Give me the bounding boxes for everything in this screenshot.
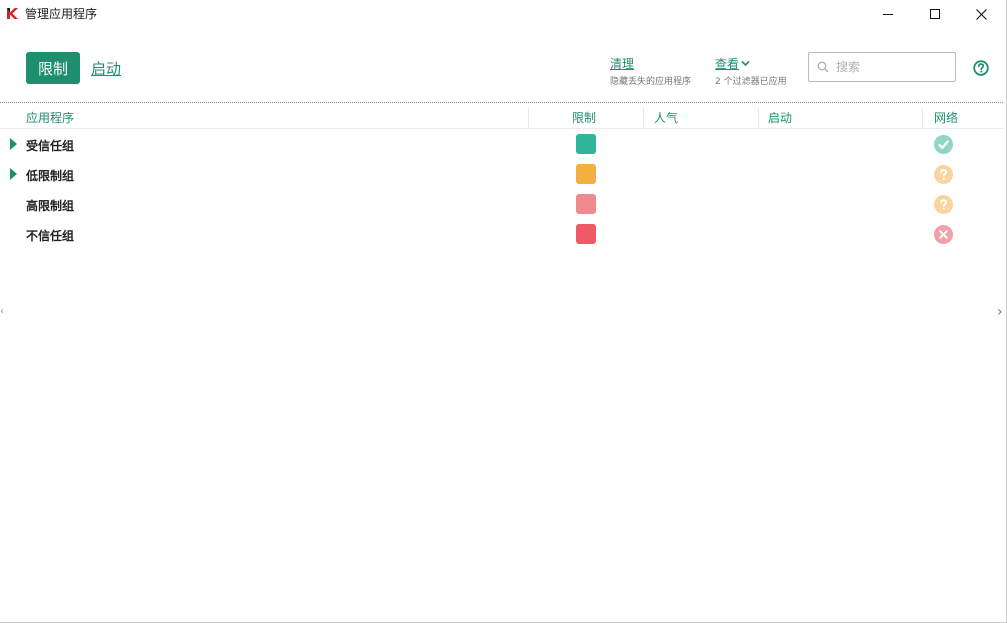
minimize-icon	[882, 13, 893, 15]
column-header-application[interactable]: 应用程序	[26, 109, 74, 126]
toolbar-separator	[0, 102, 1003, 103]
column-header-popularity[interactable]: 人气	[654, 109, 678, 126]
search-input[interactable]	[834, 59, 948, 75]
group-name: 高限制组	[26, 199, 75, 213]
table-row-high-restricted[interactable]: 高限制组	[0, 190, 1003, 220]
title-bar: 管理应用程序	[0, 0, 1007, 28]
close-icon	[975, 8, 987, 20]
window-title: 管理应用程序	[25, 7, 98, 21]
chevron-down-icon	[741, 60, 750, 67]
maximize-icon	[929, 8, 940, 19]
question-icon[interactable]	[934, 165, 953, 184]
table-row-low-restricted[interactable]: 低限制组	[0, 160, 1003, 190]
column-header-startup[interactable]: 启动	[768, 109, 792, 126]
question-icon[interactable]	[934, 195, 953, 214]
column-divider[interactable]	[528, 108, 529, 128]
left-edge-arrow-icon: ‹	[0, 306, 4, 317]
view-link[interactable]: 查看	[715, 55, 739, 72]
expand-arrow-icon[interactable]	[10, 138, 17, 150]
header-divider	[0, 128, 1003, 129]
column-header-restriction[interactable]: 限制	[572, 109, 596, 126]
right-edge-arrow-icon[interactable]: ›	[997, 304, 1003, 320]
clean-action[interactable]: 清理 隐藏丢失的应用程序	[610, 55, 691, 87]
table-row-untrusted[interactable]: 不信任组	[0, 220, 1003, 250]
restriction-level-swatch[interactable]	[576, 164, 596, 184]
search-icon	[817, 61, 829, 73]
minimize-button[interactable]	[865, 0, 911, 28]
startup-mode-link[interactable]: 启动	[91, 58, 121, 79]
close-button[interactable]	[958, 0, 1004, 28]
column-divider[interactable]	[643, 108, 644, 128]
clean-link[interactable]: 清理	[610, 55, 634, 72]
clean-subtitle: 隐藏丢失的应用程序	[610, 77, 692, 87]
group-name: 受信任组	[26, 139, 75, 153]
allowed-icon[interactable]	[934, 135, 953, 154]
column-divider[interactable]	[758, 108, 759, 128]
maximize-button[interactable]	[912, 0, 958, 28]
view-action[interactable]: 查看 2 个过滤器已应用	[715, 55, 787, 87]
manage-apps-window: 管理应用程序 限制 启动 清理 隐藏丢失的应用程序 查看 2 个过滤器已应用 搜…	[0, 0, 1007, 623]
help-icon[interactable]	[973, 60, 989, 76]
restriction-level-swatch[interactable]	[576, 194, 596, 214]
column-header-network[interactable]: 网络	[934, 109, 958, 126]
blocked-icon[interactable]	[934, 225, 953, 244]
group-name: 不信任组	[26, 229, 75, 243]
expand-arrow-icon[interactable]	[10, 168, 17, 180]
table-row-trusted[interactable]: 受信任组	[0, 130, 1003, 160]
restriction-level-swatch[interactable]	[576, 134, 596, 154]
group-name: 低限制组	[26, 169, 75, 183]
restriction-level-swatch[interactable]	[576, 224, 596, 244]
kaspersky-logo-icon	[7, 8, 18, 19]
column-divider[interactable]	[922, 108, 923, 128]
restrict-mode-button[interactable]: 限制	[26, 52, 80, 84]
view-subtitle: 2 个过滤器已应用	[715, 77, 787, 87]
search-box[interactable]	[808, 52, 956, 82]
